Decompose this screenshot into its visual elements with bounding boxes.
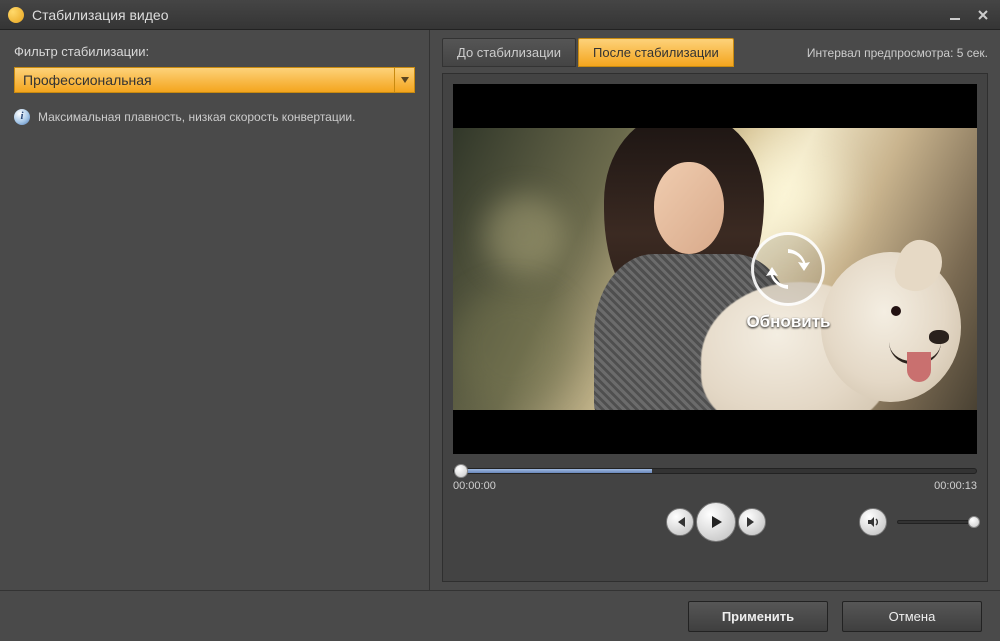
minimize-button[interactable] xyxy=(946,6,964,24)
app-icon xyxy=(8,7,24,23)
window-title: Стабилизация видео xyxy=(32,7,946,23)
preview-interval-label: Интервал предпросмотра: 5 сек. xyxy=(807,46,988,60)
titlebar: Стабилизация видео xyxy=(0,0,1000,30)
prev-button[interactable] xyxy=(666,508,694,536)
cancel-button[interactable]: Отмена xyxy=(842,601,982,632)
video-frame-image xyxy=(453,84,977,454)
next-button[interactable] xyxy=(738,508,766,536)
dialog-footer: Применить Отмена xyxy=(0,590,1000,641)
tab-before[interactable]: До стабилизации xyxy=(442,38,576,67)
seek-thumb[interactable] xyxy=(454,464,468,478)
filter-info: i Максимальная плавность, низкая скорост… xyxy=(14,109,415,126)
volume-slider[interactable] xyxy=(897,520,977,524)
preview-panel: До стабилизации После стабилизации Интер… xyxy=(430,30,1000,590)
window-controls xyxy=(946,6,992,24)
preview-frame: Обновить 00:00:00 00:00:13 xyxy=(442,73,988,582)
filter-label: Фильтр стабилизации: xyxy=(14,44,415,59)
tab-after[interactable]: После стабилизации xyxy=(578,38,734,67)
seek-fill xyxy=(454,469,652,473)
filter-info-text: Максимальная плавность, низкая скорость … xyxy=(38,109,355,126)
settings-panel: Фильтр стабилизации: Профессиональная i … xyxy=(0,30,430,590)
seek-slider[interactable] xyxy=(453,468,977,474)
chevron-down-icon xyxy=(394,68,414,92)
playback-controls xyxy=(453,502,977,542)
refresh-overlay[interactable]: Обновить xyxy=(746,232,830,332)
filter-dropdown-value: Профессиональная xyxy=(15,68,394,92)
timeline: 00:00:00 00:00:13 xyxy=(453,468,977,542)
preview-header: До стабилизации После стабилизации Интер… xyxy=(442,38,988,67)
refresh-icon xyxy=(751,232,825,306)
current-time: 00:00:00 xyxy=(453,480,496,492)
volume-control xyxy=(859,508,977,536)
video-preview[interactable]: Обновить xyxy=(453,84,977,454)
volume-thumb[interactable] xyxy=(968,516,980,528)
time-row: 00:00:00 00:00:13 xyxy=(453,480,977,492)
close-button[interactable] xyxy=(974,6,992,24)
apply-button[interactable]: Применить xyxy=(688,601,828,632)
volume-button[interactable] xyxy=(859,508,887,536)
filter-dropdown[interactable]: Профессиональная xyxy=(14,67,415,93)
info-icon: i xyxy=(14,109,30,125)
refresh-label: Обновить xyxy=(746,312,830,332)
content-area: Фильтр стабилизации: Профессиональная i … xyxy=(0,30,1000,590)
play-button[interactable] xyxy=(696,502,736,542)
total-time: 00:00:13 xyxy=(934,480,977,492)
